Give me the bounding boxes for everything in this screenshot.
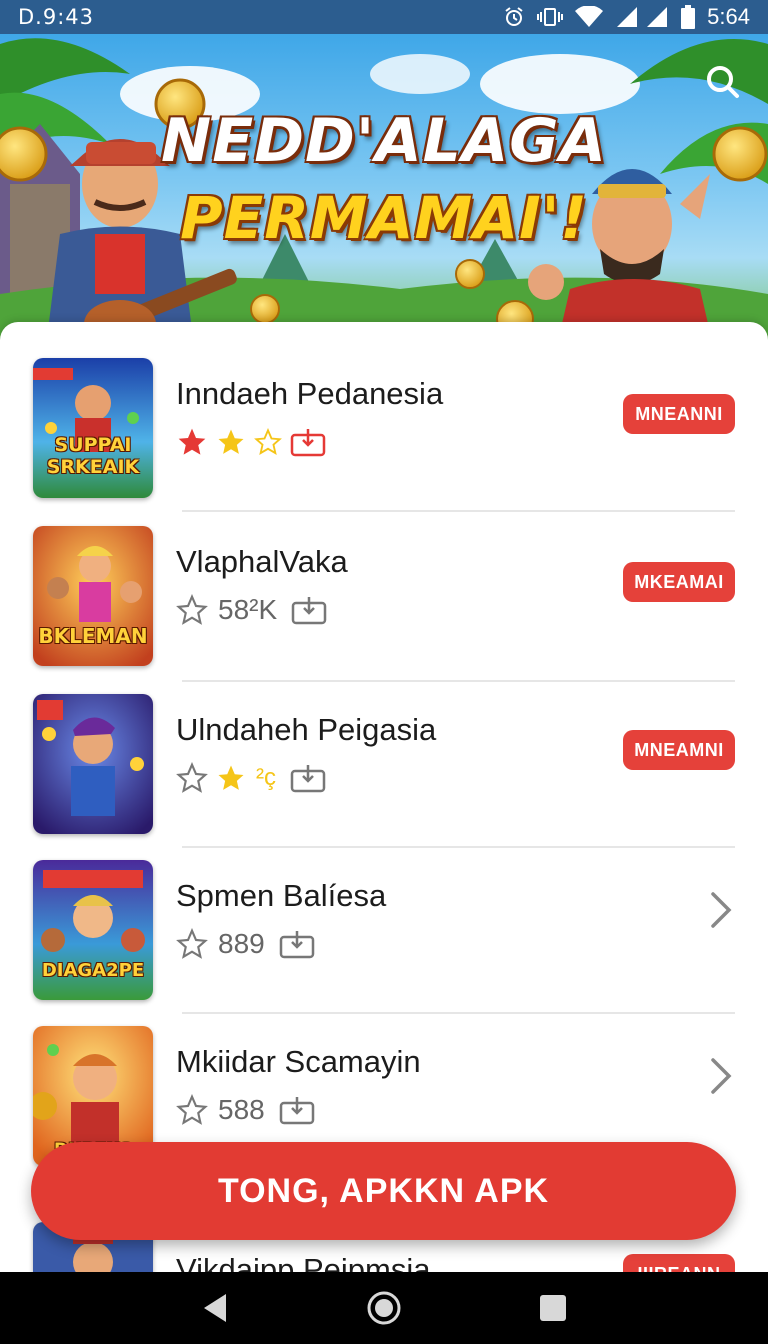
- star-outline-icon: [254, 428, 282, 456]
- install-button[interactable]: MNEANNI: [623, 394, 735, 434]
- navigation-bar: [0, 1272, 768, 1344]
- app-count: 889: [218, 928, 265, 959]
- app-thumbnail: SUPPAI SRKEAIK: [33, 358, 153, 498]
- alarm-icon: [503, 6, 525, 28]
- status-bar: D.9:43 5:64: [0, 0, 768, 34]
- app-thumbnail: DIAGA2PE: [33, 860, 153, 1000]
- star-filled-icon: [176, 426, 208, 458]
- recents-icon[interactable]: [533, 1288, 573, 1328]
- star-outline-icon: [176, 594, 208, 626]
- app-thumbnail: BKLEMAN: [33, 526, 153, 666]
- hero-title-line1: NEDD'ALAGA: [161, 106, 607, 176]
- status-icons: 5:64: [503, 4, 750, 30]
- star-outline-icon: [176, 928, 208, 960]
- vibrate-icon: [537, 6, 564, 28]
- app-title: VlaphalVaka: [176, 544, 348, 579]
- download-icon: [290, 763, 326, 793]
- app-thumbnail: [33, 694, 153, 834]
- download-icon: [279, 1095, 315, 1125]
- install-button[interactable]: IIIREANN: [623, 1254, 735, 1272]
- star-filled-icon: [216, 763, 246, 793]
- app-count: 58²K: [218, 594, 278, 625]
- back-icon[interactable]: [195, 1288, 235, 1328]
- app-title: Ulndaheh Peigasia: [176, 712, 437, 747]
- signal-icon: [615, 6, 669, 28]
- list-item[interactable]: BKLEMAN VlaphalVaka 58²K MKEAMAI: [0, 490, 768, 666]
- chevron-right-icon[interactable]: [708, 1056, 734, 1096]
- battery-icon: [681, 5, 696, 29]
- status-left-text: D.9:43: [18, 5, 95, 29]
- chevron-right-icon[interactable]: [708, 890, 734, 930]
- search-icon[interactable]: [702, 62, 742, 102]
- list-item[interactable]: DIAGA2PE Spmen Balíesa 889: [0, 824, 768, 1000]
- app-meta: 58²K: [176, 594, 327, 626]
- star-outline-icon: [176, 1094, 208, 1126]
- download-icon: [291, 595, 327, 625]
- list-item[interactable]: DUBEKS Mkiidar Scamayin 588: [0, 990, 768, 1166]
- app-list: SUPPAI SRKEAIK Inndaeh Pedanesia MNEANNI…: [0, 322, 768, 1272]
- app-count: ²ç: [256, 764, 276, 791]
- star-outline-icon: [176, 762, 208, 794]
- install-button[interactable]: MKEAMAI: [623, 562, 735, 602]
- hero-title-line2: PERMAMAI'!: [180, 184, 588, 252]
- app-title: Vikdaipp Peipmsia: [176, 1252, 431, 1272]
- download-icon: [290, 427, 326, 457]
- wifi-icon: [575, 6, 604, 28]
- app-meta: ²ç: [176, 762, 326, 794]
- download-apk-button[interactable]: TONG, APKKN APK: [31, 1142, 736, 1240]
- app-title: Spmen Balíesa: [176, 878, 387, 913]
- app-meta: 588: [176, 1094, 315, 1126]
- star-filled-icon: [216, 427, 246, 457]
- app-meta: [176, 426, 326, 458]
- thumbnail-text: BKLEMAN: [38, 624, 148, 648]
- thumbnail-text: DIAGA2PE: [41, 960, 145, 981]
- list-item[interactable]: Ulndaheh Peigasia ²ç MNEAMNI: [0, 658, 768, 834]
- home-icon[interactable]: [364, 1288, 404, 1328]
- app-count: 588: [218, 1094, 265, 1125]
- app-meta: 889: [176, 928, 315, 960]
- list-item[interactable]: SUPPAI SRKEAIK Inndaeh Pedanesia MNEANNI: [0, 322, 768, 498]
- download-icon: [279, 929, 315, 959]
- app-title: Mkiidar Scamayin: [176, 1044, 421, 1079]
- app-title: Inndaeh Pedanesia: [176, 376, 444, 411]
- hero-banner: NEDD'ALAGA PERMAMAI'!: [0, 34, 768, 354]
- install-button[interactable]: MNEAMNI: [623, 730, 735, 770]
- status-time: 5:64: [707, 4, 750, 29]
- thumbnail-text: SUPPAI SRKEAIK: [46, 434, 140, 478]
